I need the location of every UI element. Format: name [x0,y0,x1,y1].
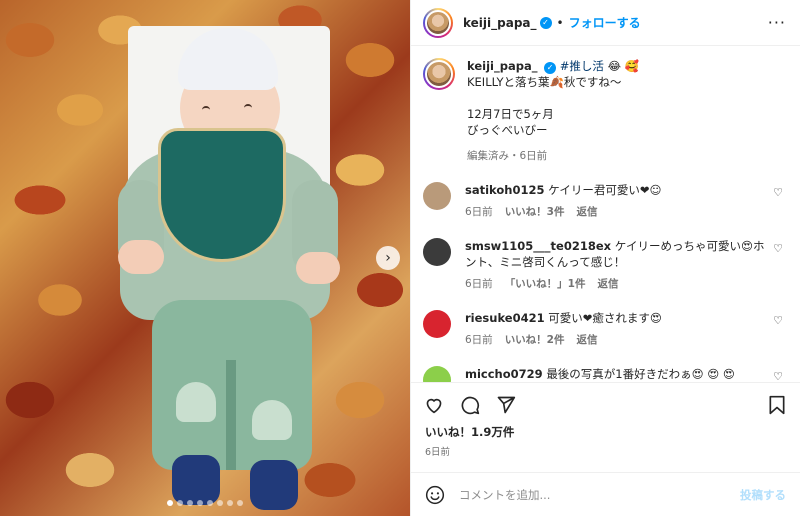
pants-patch-right [252,400,292,440]
likes-count[interactable]: いいね！1.9万件 [411,424,800,440]
commenter-avatar[interactable] [423,366,451,382]
post-header: keiji_papa_ ✓ • フォローする ··· [411,0,800,46]
bookmark-icon[interactable] [766,394,788,416]
carousel-dot [167,500,173,506]
carousel-dot [217,500,223,506]
baby-eye-left [202,106,210,110]
caption-text: keiji_papa_ ✓ #推し活 😂 🥰 KEILLYと落ち葉🍂秋ですね〜 … [467,58,639,164]
carousel-dot [177,500,183,506]
pants-patch-left [176,382,216,422]
like-icon[interactable] [423,394,445,416]
caption-avatar[interactable] [423,58,455,90]
baby-hand-right [296,252,340,284]
comment-meta: 6日前 いいね！2件 返信 [465,332,770,348]
reply-button[interactable]: 返信 [577,332,598,348]
verified-badge-icon: ✓ [544,62,557,74]
baby-hand-left [118,240,164,274]
post-comment-button[interactable]: 投稿する [740,487,786,503]
caption-hashtag[interactable]: #推し活 [560,59,604,73]
comment-input[interactable] [459,487,740,502]
chevron-right-icon: › [385,250,391,266]
caption-meta: 編集済み・6日前 [467,150,548,162]
comment-likes[interactable]: いいね！2件 [505,332,565,348]
comment-time: 6日前 [465,206,493,218]
comment-body: smsw1105___te0218ex ケイリーめっちゃ可愛い😍ホント、ミニ啓司… [465,238,770,292]
comment-likes[interactable]: 「いいね！」1件 [505,276,586,292]
comment-body: satikoh0125 ケイリー君可愛い❤︎☺︎ 6日前 いいね！3件 返信 [465,182,770,220]
post-side-panel: keiji_papa_ ✓ • フォローする ··· keiji_papa_ ✓… [410,0,800,516]
verified-badge-icon: ✓ [539,16,552,29]
carousel-indicator [0,500,410,506]
reply-button[interactable]: 返信 [577,204,598,220]
comment-item: riesuke0421 可愛い❤︎癒されます😍 6日前 いいね！2件 返信 ♡ [423,310,786,348]
caption-line-3: 12月7日で5ヶ月 [467,107,554,121]
owner-username[interactable]: keiji_papa_ [463,16,537,30]
carousel-dot [237,500,243,506]
commenter-username[interactable]: satikoh0125 [465,183,544,197]
baby-sock-left [172,455,220,505]
comment-body: riesuke0421 可愛い❤︎癒されます😍 6日前 いいね！2件 返信 [465,310,770,348]
comment-time: 6日前 [465,278,493,290]
follow-button[interactable]: フォローする [569,14,641,31]
comment-like-icon[interactable]: ♡ [770,242,786,255]
comment-time: 6日前 [465,334,493,346]
comment-text: 最後の写真が1番好きだわぁ😍 😍 😍 [546,367,735,381]
comment-item: satikoh0125 ケイリー君可愛い❤︎☺︎ 6日前 いいね！3件 返信 ♡ [423,182,786,220]
pants-leg-gap [226,360,236,470]
baby-bib [158,128,286,262]
commenter-avatar[interactable] [423,310,451,338]
commenter-avatar[interactable] [423,238,451,266]
comment-item: smsw1105___te0218ex ケイリーめっちゃ可愛い😍ホント、ミニ啓司… [423,238,786,292]
comment-meta: 6日前 「いいね！」1件 返信 [465,276,770,292]
instagram-post-modal: › keiji_papa_ ✓ • フォローする ··· keiji_papa_… [0,0,800,516]
comment-like-icon[interactable]: ♡ [770,314,786,327]
post-photo[interactable]: › [0,0,410,516]
more-options-icon[interactable]: ··· [768,13,786,32]
carousel-dot [227,500,233,506]
commenter-username[interactable]: riesuke0421 [465,311,545,325]
comments-scroll-area[interactable]: keiji_papa_ ✓ #推し活 😂 🥰 KEILLYと落ち葉🍂秋ですね〜 … [411,46,800,382]
comment-meta: 6日前 いいね！3件 返信 [465,204,770,220]
carousel-dot [207,500,213,506]
commenter-username[interactable]: miccho0729 [465,367,543,381]
carousel-dot [187,500,193,506]
comment-body: miccho0729 最後の写真が1番好きだわぁ😍 😍 😍 6日前 「いいね！」… [465,366,770,382]
post-date: 6日前 [425,447,451,458]
commenter-avatar[interactable] [423,182,451,210]
owner-avatar[interactable] [423,7,453,38]
header-separator: • [556,15,564,30]
caption-block: keiji_papa_ ✓ #推し活 😂 🥰 KEILLYと落ち葉🍂秋ですね〜 … [423,58,786,164]
caption-emoji: 😂 🥰 [607,59,639,73]
commenter-username[interactable]: smsw1105___te0218ex [465,239,611,253]
comment-list: satikoh0125 ケイリー君可愛い❤︎☺︎ 6日前 いいね！3件 返信 ♡… [423,182,786,382]
comment-icon[interactable] [459,394,481,416]
comment-composer: 投稿する [411,472,800,516]
comment-likes[interactable]: いいね！3件 [505,204,565,220]
caption-line-4: びっぐべいびー [467,123,548,137]
emoji-icon[interactable] [425,485,445,505]
reply-button[interactable]: 返信 [598,276,619,292]
comment-text: 可愛い❤︎癒されます😍 [548,311,662,325]
caption-line-2: KEILLYと落ち葉🍂秋ですね〜 [467,75,622,89]
carousel-dot [197,500,203,506]
comment-text: ケイリー君可愛い❤︎☺︎ [548,183,662,197]
comment-like-icon[interactable]: ♡ [770,186,786,199]
share-icon[interactable] [495,394,517,416]
caption-username[interactable]: keiji_papa_ [467,59,537,73]
action-bar [411,382,800,426]
carousel-next-button[interactable]: › [376,246,400,270]
comment-item: miccho0729 最後の写真が1番好きだわぁ😍 😍 😍 6日前 「いいね！」… [423,366,786,382]
comment-like-icon[interactable]: ♡ [770,370,786,382]
baby-eye-right [244,104,252,108]
